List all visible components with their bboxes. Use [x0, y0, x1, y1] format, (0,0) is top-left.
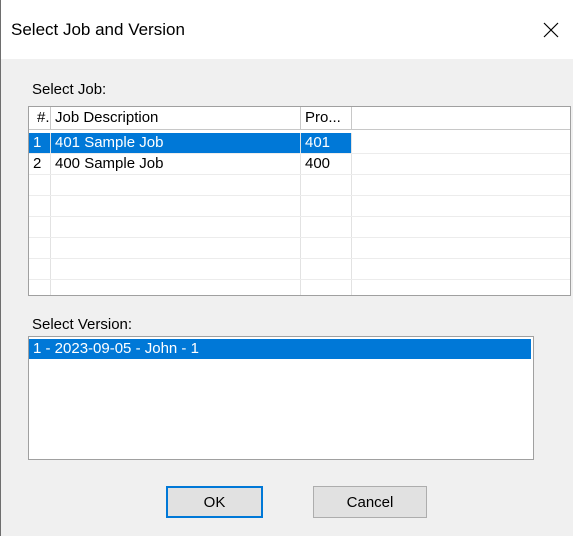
job-number-cell: 2 [29, 154, 51, 174]
ok-button[interactable]: OK [166, 486, 263, 518]
version-list[interactable]: 1 - 2023-09-05 - John - 1 [28, 336, 534, 460]
job-description-cell: 400 Sample Job [51, 154, 301, 174]
version-list-item[interactable]: 1 - 2023-09-05 - John - 1 [29, 339, 531, 359]
select-job-dialog: Select Job and Version Select Job: #. Jo… [0, 0, 573, 536]
job-row-2[interactable]: 2 400 Sample Job 400 [29, 154, 570, 175]
empty-row [29, 175, 570, 196]
job-number-cell: 1 [29, 133, 51, 153]
cancel-button[interactable]: Cancel [313, 486, 427, 518]
column-header-job-description[interactable]: Job Description [51, 107, 301, 129]
empty-row [29, 238, 570, 259]
empty-row [29, 196, 570, 217]
job-pro-cell: 401 [301, 133, 352, 153]
empty-row [29, 217, 570, 238]
close-icon [543, 22, 559, 38]
job-grid[interactable]: #. Job Description Pro... 1 401 Sample J… [28, 106, 571, 296]
select-version-label: Select Version: [32, 316, 133, 333]
empty-row [29, 259, 570, 280]
close-button[interactable] [528, 8, 573, 52]
job-description-cell: 401 Sample Job [51, 133, 301, 153]
column-header-pro[interactable]: Pro... [301, 107, 352, 129]
title-bar: Select Job and Version [1, 0, 573, 59]
empty-row [29, 280, 570, 295]
select-job-label: Select Job: [32, 81, 107, 98]
window-title: Select Job and Version [11, 20, 185, 39]
grid-header: #. Job Description Pro... [29, 107, 570, 130]
job-row-1[interactable]: 1 401 Sample Job 401 [29, 133, 570, 154]
column-header-number[interactable]: #. [29, 107, 51, 129]
job-pro-cell: 400 [301, 154, 352, 174]
